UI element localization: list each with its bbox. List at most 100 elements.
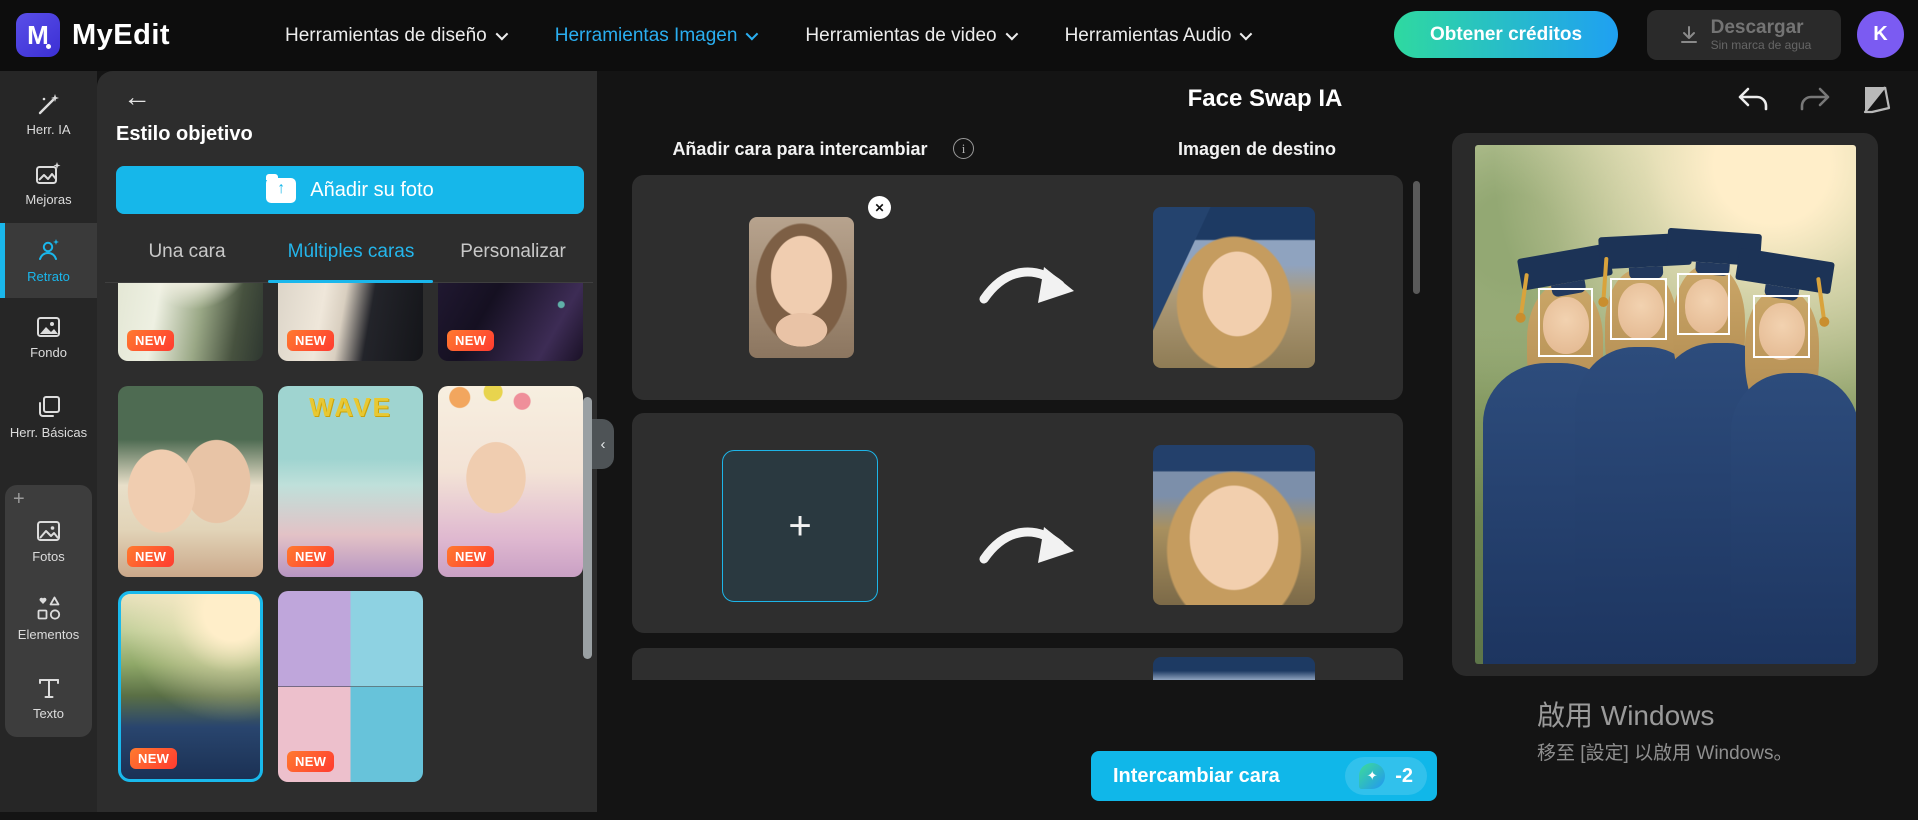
swap-arrow-icon: [979, 267, 1074, 304]
watermark-line-2: 移至 [設定] 以啟用 Windows。: [1537, 743, 1793, 765]
myedit-logo[interactable]: M MyEdit: [16, 13, 170, 57]
face-detection-box: [1538, 288, 1593, 357]
download-icon: [1680, 26, 1697, 43]
style-thumbnail[interactable]: WAVE NEW: [278, 386, 423, 577]
tool-rail: Herr. IA Mejoras Retrato Fondo Herr. Bás…: [0, 71, 97, 812]
target-preview-image: [1475, 145, 1856, 664]
history-bar: [1735, 82, 1895, 118]
style-thumbnail[interactable]: NEW: [118, 386, 263, 577]
new-badge: NEW: [287, 330, 335, 351]
new-badge: NEW: [287, 546, 335, 567]
tab-one-face[interactable]: Una cara: [148, 241, 225, 263]
plus-icon[interactable]: +: [13, 488, 25, 511]
nav-design-tools[interactable]: Herramientas de diseño: [285, 25, 508, 47]
rail-item-background[interactable]: Fondo: [0, 314, 97, 360]
text-icon: [38, 679, 59, 698]
download-button[interactable]: Descargar Sin marca de agua: [1647, 10, 1841, 60]
upload-folder-icon: [266, 173, 297, 203]
add-your-photo-button[interactable]: Añadir su foto: [116, 166, 584, 214]
rail-item-photos[interactable]: Fotos: [5, 518, 92, 564]
tab-multiple-faces[interactable]: Múltiples caras: [288, 241, 415, 263]
new-badge: NEW: [127, 546, 175, 567]
tab-customize[interactable]: Personalizar: [460, 241, 566, 263]
new-badge: NEW: [447, 546, 495, 567]
photos-icon: [37, 521, 60, 541]
style-grid: NEW NEW NEW NEW WAVE NEW NEW NEW NEW: [97, 283, 597, 812]
new-badge: NEW: [287, 751, 335, 772]
rail-item-elements[interactable]: Elementos: [5, 595, 92, 642]
myedit-logo-text: MyEdit: [72, 18, 171, 51]
myedit-logo-icon: M: [16, 13, 60, 57]
plus-icon: +: [788, 504, 812, 548]
wave-cover-text: WAVE: [309, 392, 392, 422]
face-detection-box: [1753, 295, 1810, 358]
style-thumbnail[interactable]: NEW: [278, 283, 423, 361]
main-nav: Herramientas de diseño Herramientas Imag…: [285, 0, 1253, 71]
swap-face-button[interactable]: Intercambiar cara ✦ -2: [1091, 751, 1437, 801]
panel-scrollbar[interactable]: [583, 397, 592, 659]
rail-item-basic-tools[interactable]: Herr. Básicas: [0, 394, 97, 440]
magic-wand-icon: [38, 94, 59, 115]
face-swap-row: +: [632, 413, 1403, 633]
target-face-image: [1153, 207, 1315, 368]
rail-item-enhance[interactable]: Mejoras: [0, 161, 97, 207]
style-thumbnail[interactable]: NEW: [438, 283, 583, 361]
chevron-down-icon: [1240, 27, 1253, 41]
add-face-dropzone[interactable]: +: [722, 450, 878, 602]
image-sparkle-icon: [36, 162, 61, 184]
credit-token-icon: ✦: [1359, 763, 1386, 789]
layers-icon: [38, 396, 60, 417]
style-thumbnail[interactable]: NEW: [438, 386, 583, 577]
nav-audio-tools[interactable]: Herramientas Audio: [1065, 25, 1253, 47]
page-title: Face Swap IA: [1187, 85, 1343, 112]
target-column-label: Imagen de destino: [1177, 139, 1337, 159]
nav-image-tools[interactable]: Herramientas Imagen: [555, 25, 759, 47]
source-column-label: Añadir cara para intercambiar: [672, 139, 928, 159]
style-panel: ← Estilo objetivo Añadir su foto Una car…: [97, 71, 597, 812]
panel-heading: Estilo objetivo: [116, 123, 253, 145]
new-badge: NEW: [447, 330, 495, 351]
swap-arrow-icon: [979, 527, 1074, 564]
panel-collapse-handle[interactable]: ‹: [592, 419, 614, 469]
rail-item-portrait[interactable]: Retrato: [0, 223, 97, 298]
user-avatar[interactable]: K: [1857, 11, 1904, 58]
target-face-image: [1153, 445, 1315, 605]
style-tabs: Una cara Múltiples caras Personalizar: [97, 231, 597, 283]
chevron-down-icon: [1005, 27, 1018, 41]
library-group: + Fotos Elementos Texto: [5, 485, 92, 737]
download-label: Descargar: [1710, 16, 1804, 38]
undo-icon[interactable]: [1735, 83, 1771, 117]
chevron-down-icon: [495, 27, 508, 41]
face-detection-box: [1677, 273, 1730, 335]
shapes-icon: [37, 596, 61, 620]
top-navbar: M MyEdit Herramientas de diseño Herramie…: [0, 0, 1918, 71]
portrait-icon: [39, 239, 59, 260]
background-image-icon: [37, 317, 60, 337]
face-swap-row-partial: [632, 648, 1403, 680]
watermark-line-1: 啟用 Windows: [1537, 700, 1715, 731]
credit-cost-chip: ✦ -2: [1345, 757, 1427, 795]
get-credits-button[interactable]: Obtener créditos: [1394, 11, 1618, 58]
target-face-image: [1153, 657, 1315, 680]
remove-face-icon[interactable]: ✕: [868, 196, 891, 219]
redo-icon[interactable]: [1797, 83, 1833, 117]
info-icon[interactable]: i: [953, 138, 974, 159]
credit-cost: -2: [1395, 764, 1413, 787]
rail-item-ai-tools[interactable]: Herr. IA: [0, 91, 97, 137]
swap-list-scrollbar[interactable]: [1413, 181, 1420, 294]
style-thumbnail[interactable]: NEW: [278, 591, 423, 782]
source-face-image[interactable]: [749, 217, 854, 358]
rail-item-text[interactable]: Texto: [5, 675, 92, 721]
compare-icon[interactable]: [1859, 82, 1895, 118]
windows-activation-watermark: 啟用 Windows 移至 [設定] 以啟用 Windows。: [1537, 698, 1792, 765]
download-sublabel: Sin marca de agua: [1710, 37, 1812, 52]
style-thumbnail-selected[interactable]: NEW: [118, 591, 263, 782]
face-swap-row: ✕: [632, 175, 1403, 400]
app-window: M MyEdit Herramientas de diseño Herramie…: [0, 0, 1918, 820]
back-arrow-icon[interactable]: ←: [123, 83, 151, 111]
new-badge: NEW: [127, 330, 175, 351]
nav-video-tools[interactable]: Herramientas de video: [805, 25, 1018, 47]
style-thumbnail[interactable]: NEW: [118, 283, 263, 361]
chevron-down-icon: [745, 27, 759, 41]
new-badge: NEW: [130, 748, 178, 769]
